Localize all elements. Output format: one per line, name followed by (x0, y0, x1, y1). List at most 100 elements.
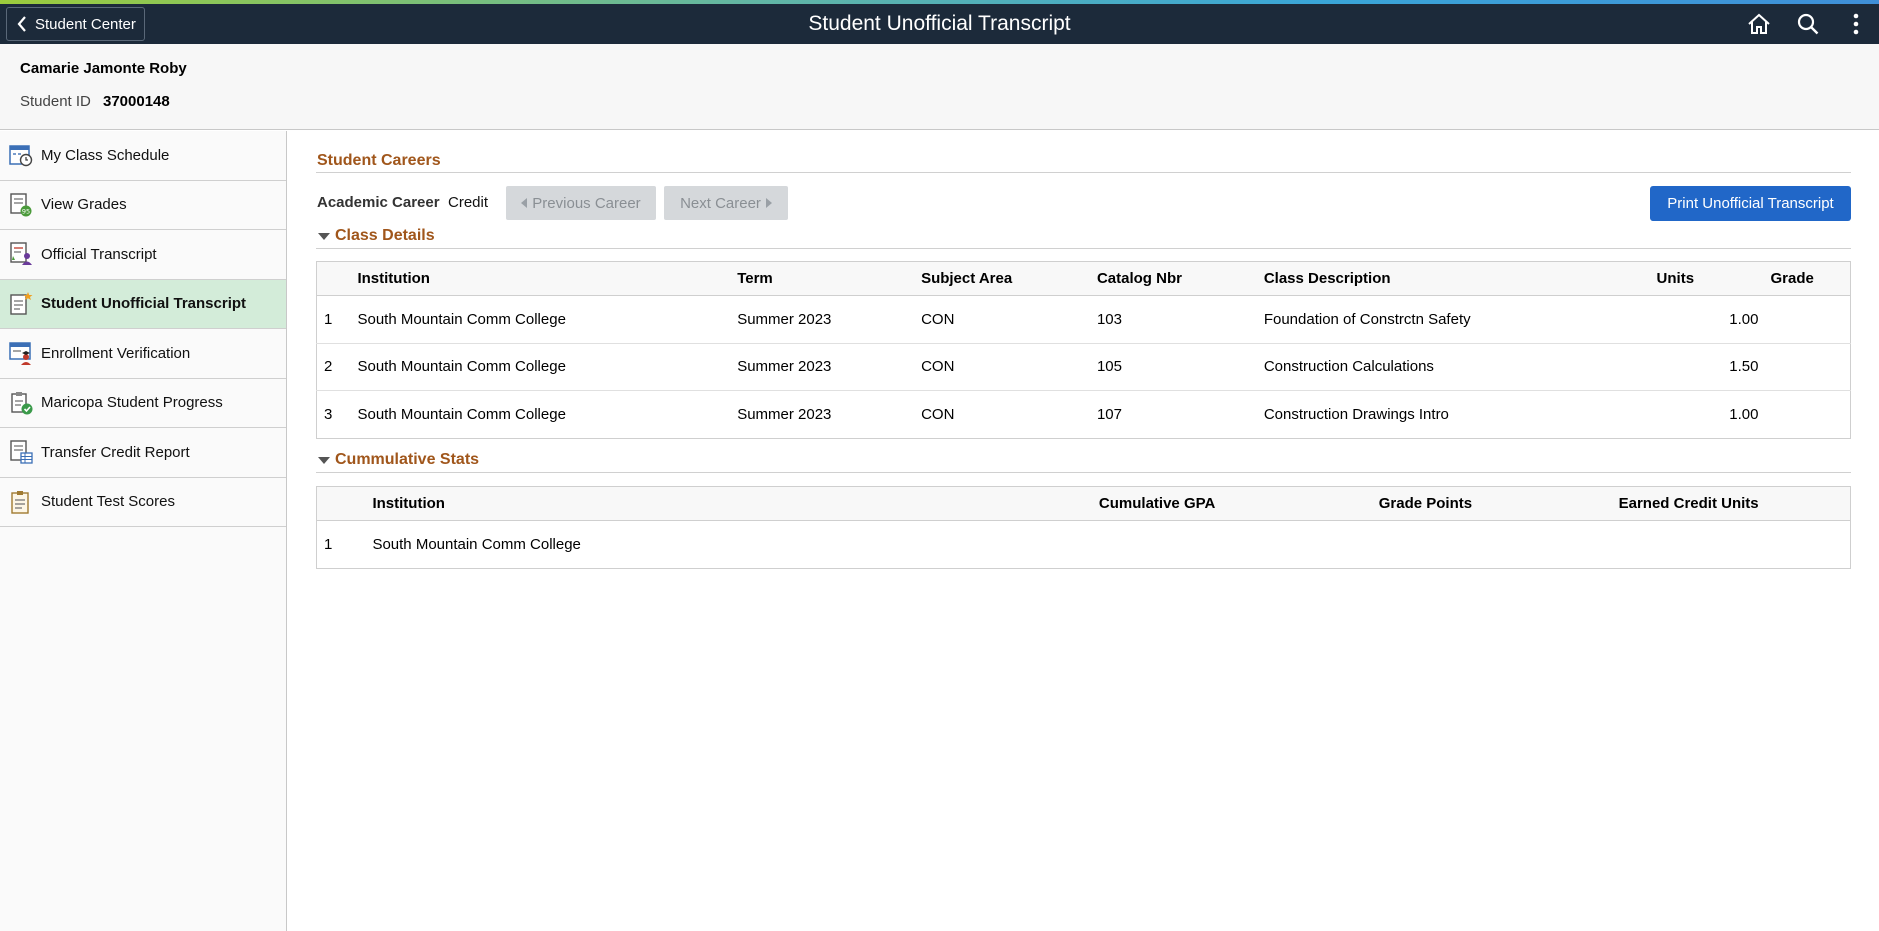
sidebar-item-label: Official Transcript (41, 245, 157, 263)
sidebar-item-view-grades[interactable]: 95 View Grades (0, 181, 286, 230)
student-info-band: Camarie Jamonte Roby Student ID 37000148 (0, 44, 1879, 130)
institution-cell: South Mountain Comm College (357, 295, 738, 344)
term-cell: Summer 2023 (737, 295, 922, 344)
column-header: Catalog Nbr (1096, 261, 1264, 296)
subject-cell: CON (921, 343, 1097, 391)
column-header: Cumulative GPA (1098, 486, 1379, 521)
enrollment-verification-icon (9, 342, 31, 366)
class-details-toggle[interactable]: Class Details (318, 227, 435, 245)
section-divider (316, 172, 1851, 173)
grades-report-icon: 95 (10, 193, 32, 217)
transfer-credit-icon (10, 440, 33, 464)
student-name: Camarie Jamonte Roby (20, 60, 187, 77)
earned-credit-units-cell (1619, 521, 1851, 569)
collapse-triangle-icon (318, 232, 330, 240)
grade-cell (1758, 295, 1851, 344)
previous-career-label: Previous Career (532, 194, 641, 212)
cumulative-stats-table: Institution Cumulative GPA Grade Points … (316, 486, 1851, 569)
table-row: 2 South Mountain Comm College Summer 202… (316, 343, 1851, 391)
institution-cell: South Mountain Comm College (357, 405, 566, 423)
row-number: 2 (316, 343, 358, 391)
student-id-value: 37000148 (103, 93, 170, 110)
subject-cell: CON (921, 405, 955, 423)
sidebar-nav: My Class Schedule 95 View Grades Officia… (0, 131, 287, 931)
back-to-student-center-button[interactable]: Student Center (6, 7, 145, 41)
cumulative-stats-toggle[interactable]: Cummulative Stats (318, 451, 479, 469)
description-cell: Construction Calculations (1263, 343, 1657, 391)
page-title: Student Unofficial Transcript (808, 12, 1071, 35)
next-career-label: Next Career (680, 194, 761, 212)
cumulative-gpa-cell (1099, 521, 1379, 569)
official-transcript-icon (10, 242, 32, 266)
column-header: Class Description (1263, 261, 1657, 296)
sidebar-item-my-class-schedule[interactable]: My Class Schedule (0, 131, 286, 181)
grade-cell (1758, 343, 1851, 391)
section-divider (316, 472, 1851, 473)
search-icon[interactable] (1795, 12, 1821, 36)
chevron-left-icon (17, 16, 26, 32)
units-cell: 1.50 (1656, 343, 1759, 391)
sidebar-item-official-transcript[interactable]: Official Transcript (0, 230, 286, 280)
column-header: Earned Credit Units (1618, 486, 1851, 521)
row-number: 1 (316, 295, 358, 344)
sidebar-item-student-test-scores[interactable]: Student Test Scores (0, 478, 286, 527)
column-header: Institution (372, 486, 1099, 521)
print-unofficial-transcript-button[interactable]: Print Unofficial Transcript (1650, 186, 1851, 221)
collapse-triangle-icon (318, 456, 330, 464)
row-number: 3 (324, 405, 333, 423)
table-row: 1 South Mountain Comm College Summer 202… (316, 295, 1851, 344)
sidebar-item-maricopa-student-progress[interactable]: Maricopa Student Progress (0, 379, 286, 428)
previous-career-button[interactable]: Previous Career (506, 186, 656, 220)
sidebar-item-label: My Class Schedule (41, 146, 170, 164)
institution-cell: South Mountain Comm College (372, 536, 581, 553)
next-career-button[interactable]: Next Career (664, 186, 788, 220)
test-scores-icon (11, 490, 29, 514)
column-header: Grade (1758, 261, 1851, 296)
section-divider (316, 248, 1851, 249)
table-row: 1 South Mountain Comm College (317, 521, 1851, 569)
sidebar-item-label: Student Unofficial Transcript (41, 295, 247, 313)
cumulative-stats-heading: Cummulative Stats (335, 451, 480, 468)
back-button-label: Student Center (35, 15, 136, 33)
subject-cell: CON (921, 295, 1097, 344)
catalog-cell: 107 (1096, 405, 1122, 423)
student-id-label: Student ID (20, 93, 91, 110)
grade-cell (1758, 391, 1850, 439)
description-cell: Construction Drawings Intro (1263, 405, 1449, 423)
caret-left-icon (521, 198, 528, 208)
description-cell: Foundation of Constrctn Safety (1263, 295, 1657, 344)
sidebar-item-label: Enrollment Verification (41, 344, 191, 362)
term-cell: Summer 2023 (737, 343, 922, 391)
sidebar-item-label: Student Test Scores (41, 493, 175, 511)
institution-cell: South Mountain Comm College (357, 343, 738, 391)
row-number: 1 (324, 536, 333, 553)
actions-menu-icon[interactable] (1843, 12, 1869, 36)
table-header-row: Institution Cumulative GPA Grade Points … (316, 486, 1851, 521)
column-header: Subject Area (921, 261, 1097, 296)
catalog-cell: 103 (1096, 295, 1264, 344)
column-header: Term (737, 261, 922, 296)
class-details-heading: Class Details (335, 227, 435, 244)
column-header: Grade Points (1378, 486, 1619, 521)
student-careers-heading: Student Careers (317, 152, 441, 169)
unofficial-transcript-icon (10, 291, 33, 315)
sidebar-item-transfer-credit-report[interactable]: Transfer Credit Report (0, 428, 286, 478)
sidebar-item-label: View Grades (41, 196, 127, 214)
column-header: Units (1656, 261, 1759, 296)
home-icon[interactable] (1746, 12, 1772, 36)
app-header: Student Center Student Unofficial Transc… (0, 4, 1879, 44)
sidebar-item-student-unofficial-transcript[interactable]: Student Unofficial Transcript (0, 279, 286, 329)
sidebar-item-label: Transfer Credit Report (41, 443, 190, 461)
student-progress-icon (11, 391, 33, 415)
sidebar-item-label: Maricopa Student Progress (41, 394, 223, 412)
class-details-table: Institution Term Subject Area Catalog Nb… (316, 261, 1851, 439)
units-cell: 1.00 (1729, 405, 1759, 423)
units-cell: 1.00 (1656, 295, 1759, 344)
catalog-cell: 105 (1096, 343, 1264, 391)
calendar-clock-icon (9, 145, 33, 167)
academic-career-label: Academic Career (317, 194, 440, 211)
term-cell: Summer 2023 (737, 405, 832, 423)
caret-right-icon (765, 198, 772, 208)
svg-text:95: 95 (22, 207, 30, 215)
sidebar-item-enrollment-verification[interactable]: Enrollment Verification (0, 329, 286, 379)
